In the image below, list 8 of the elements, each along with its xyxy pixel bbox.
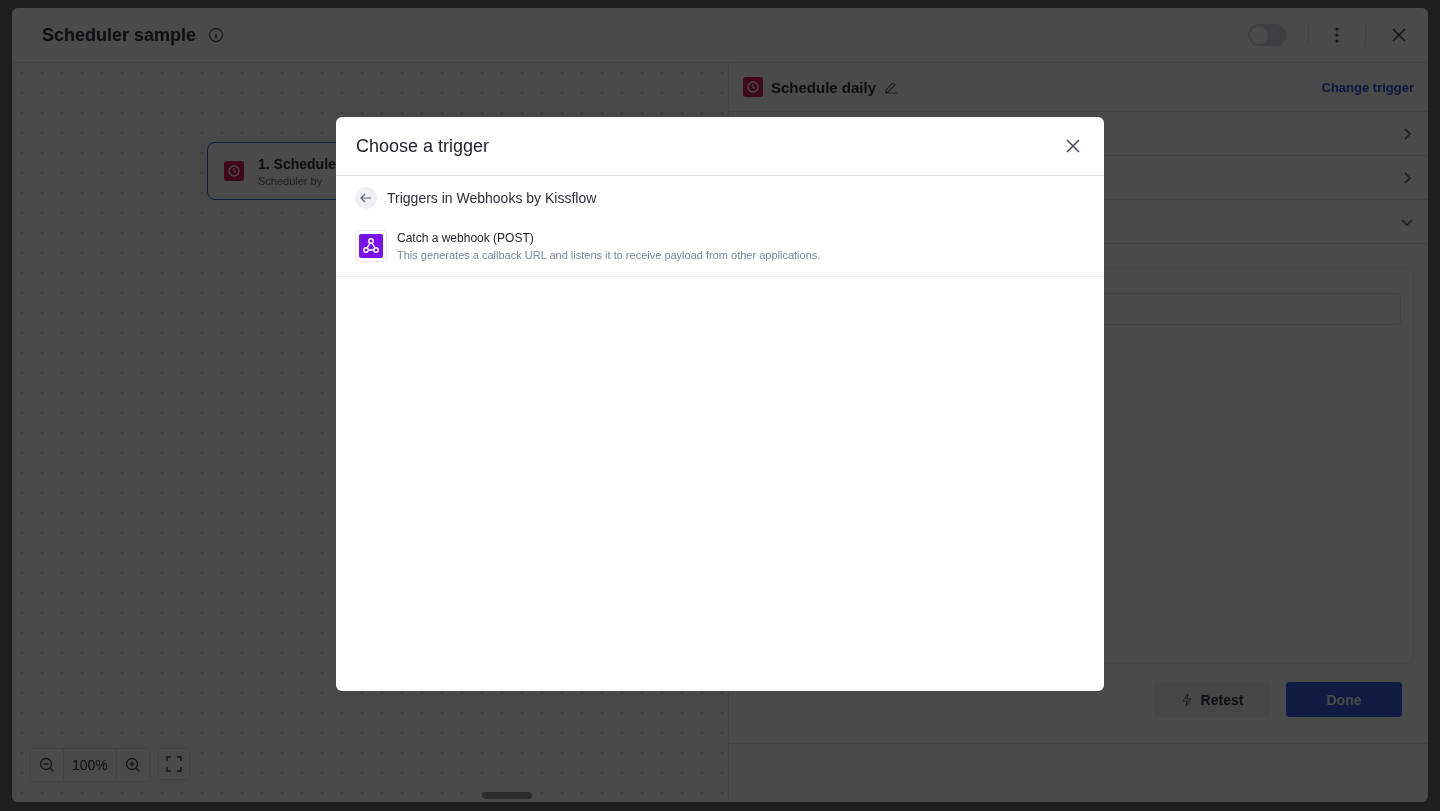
window-title: Scheduler sample <box>42 24 197 46</box>
dialog-title: Choose a trigger <box>356 135 490 157</box>
trigger-description: This generates a callback URL and listens it to receive payload from other applications. <box>397 249 821 261</box>
panel-title: Schedule daily <box>771 78 877 96</box>
trigger-name: Catch a webhook (POST) <box>397 231 535 245</box>
node-title: 1. Schedule <box>258 155 336 172</box>
zoom-level: 100% <box>63 749 117 781</box>
breadcrumb-title: Triggers in Webhooks by Kissflow <box>387 190 597 206</box>
